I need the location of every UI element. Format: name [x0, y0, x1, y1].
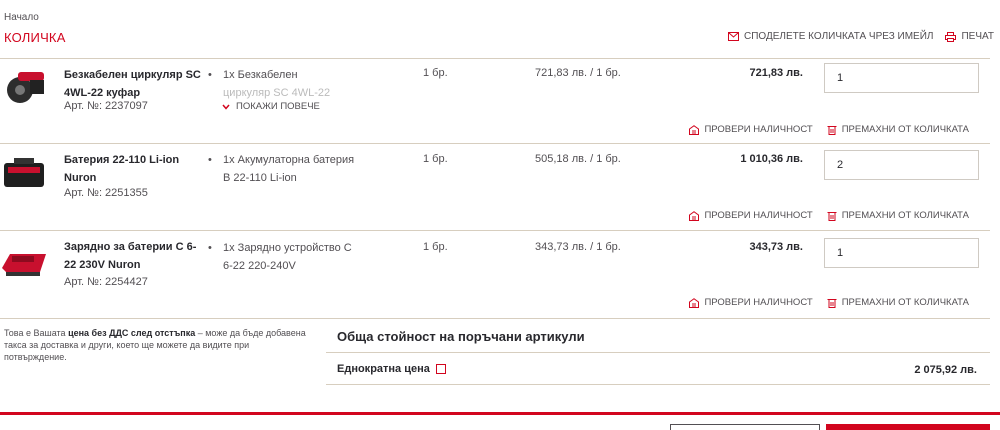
- check-availability-label: ПРОВЕРИ НАЛИЧНОСТ: [704, 297, 813, 308]
- line-total: 721,83 лв.: [749, 67, 803, 79]
- battery-thumbnail: [4, 158, 44, 187]
- info-icon[interactable]: [435, 364, 446, 374]
- print-link[interactable]: ПЕЧАТ: [945, 31, 994, 42]
- quantity-input[interactable]: [824, 150, 979, 180]
- line-total: 1 010,36 лв.: [740, 153, 803, 165]
- breadcrumb[interactable]: Начало: [4, 12, 39, 23]
- trash-icon: [827, 211, 837, 221]
- one-time-price-label: Еднократна цена: [337, 363, 430, 375]
- remove-from-cart-link[interactable]: ПРЕМАХНИ ОТ КОЛИЧКАТА: [827, 297, 969, 308]
- unit-price: 721,83 лв. / 1 бр.: [535, 67, 621, 79]
- check-availability-link[interactable]: ПРОВЕРИ НАЛИЧНОСТ: [689, 210, 813, 221]
- divider: [326, 352, 990, 353]
- share-cart-email-label: СПОДЕЛЕТЕ КОЛИЧКАТА ЧРЕЗ ИМЕЙЛ: [743, 31, 934, 42]
- secondary-button[interactable]: [670, 424, 820, 430]
- print-label: ПЕЧАТ: [961, 31, 994, 42]
- description-text: 1x Акумулаторна батерия B 22-110 Li-ion: [223, 154, 355, 184]
- unit-price: 505,18 лв. / 1 бр.: [535, 153, 621, 165]
- quantity-input[interactable]: [824, 238, 979, 268]
- description-text: 1x Зарядно устройство C 6-22 220-240V: [223, 242, 352, 272]
- divider: [0, 230, 990, 231]
- circular-saw-thumbnail: [7, 72, 44, 103]
- item-actions: ПРОВЕРИ НАЛИЧНОСТ ПРЕМАХНИ ОТ КОЛИЧКАТА: [689, 124, 969, 135]
- chevron-down-icon: [222, 104, 230, 110]
- one-time-price-row: Еднократна цена: [337, 363, 446, 375]
- check-availability-link[interactable]: ПРОВЕРИ НАЛИЧНОСТ: [689, 297, 813, 308]
- check-availability-label: ПРОВЕРИ НАЛИЧНОСТ: [704, 124, 813, 135]
- one-time-price-value: 2 075,92 лв.: [914, 364, 977, 376]
- remove-label: ПРЕМАХНИ ОТ КОЛИЧКАТА: [841, 297, 969, 308]
- product-name[interactable]: Безкабелен циркуляр SC 4WL-22 куфар: [64, 66, 204, 102]
- top-actions: СПОДЕЛЕТЕ КОЛИЧКАТА ЧРЕЗ ИМЕЙЛ ПЕЧАТ: [727, 31, 994, 42]
- page-title: КОЛИЧКА: [4, 30, 66, 45]
- article-number: Арт. №: 2251355: [64, 187, 148, 199]
- primary-button[interactable]: [826, 424, 990, 430]
- divider: [0, 58, 990, 59]
- divider: [0, 318, 990, 319]
- remove-label: ПРЕМАХНИ ОТ КОЛИЧКАТА: [841, 124, 969, 135]
- summary-title: Обща стойност на поръчани артикули: [337, 329, 585, 344]
- remove-from-cart-link[interactable]: ПРЕМАХНИ ОТ КОЛИЧКАТА: [827, 124, 969, 135]
- remove-label: ПРЕМАХНИ ОТ КОЛИЧКАТА: [841, 210, 969, 221]
- quantity-text: 1 бр.: [423, 67, 448, 79]
- product-name[interactable]: Зарядно за батерии C 6-22 230V Nuron: [64, 238, 204, 274]
- warehouse-icon: [689, 124, 700, 135]
- divider: [326, 384, 990, 385]
- quantity-text: 1 бр.: [423, 241, 448, 253]
- product-name[interactable]: Батерия 22-110 Li-ion Nuron: [64, 151, 204, 187]
- charger-thumbnail: [2, 254, 46, 276]
- printer-icon: [945, 31, 957, 42]
- price-note: Това е Вашата цена без ДДС след отстъпка…: [4, 328, 306, 362]
- warehouse-icon: [689, 210, 700, 221]
- remove-from-cart-link[interactable]: ПРЕМАХНИ ОТ КОЛИЧКАТА: [827, 210, 969, 221]
- trash-icon: [827, 298, 837, 308]
- show-more-link[interactable]: ПОКАЖИ ПОВЕЧЕ: [222, 101, 320, 112]
- description-text: 1x Безкабелен: [223, 69, 298, 81]
- check-availability-label: ПРОВЕРИ НАЛИЧНОСТ: [704, 210, 813, 221]
- quantity-text: 1 бр.: [423, 153, 448, 165]
- show-more-label: ПОКАЖИ ПОВЕЧЕ: [236, 101, 320, 112]
- share-cart-email-link[interactable]: СПОДЕЛЕТЕ КОЛИЧКАТА ЧРЕЗ ИМЕЙЛ: [727, 31, 934, 42]
- item-actions: ПРОВЕРИ НАЛИЧНОСТ ПРЕМАХНИ ОТ КОЛИЧКАТА: [689, 297, 969, 308]
- description-text-faded: циркуляр SC 4WL-22: [223, 87, 331, 99]
- unit-price: 343,73 лв. / 1 бр.: [535, 241, 621, 253]
- article-number: Арт. №: 2237097: [64, 100, 148, 112]
- envelope-icon: [727, 32, 739, 41]
- quantity-input[interactable]: [824, 63, 979, 93]
- warehouse-icon: [689, 297, 700, 308]
- check-availability-link[interactable]: ПРОВЕРИ НАЛИЧНОСТ: [689, 124, 813, 135]
- bottom-accent-bar: [0, 412, 1000, 415]
- item-actions: ПРОВЕРИ НАЛИЧНОСТ ПРЕМАХНИ ОТ КОЛИЧКАТА: [689, 210, 969, 221]
- trash-icon: [827, 125, 837, 135]
- line-total: 343,73 лв.: [749, 241, 803, 253]
- divider: [0, 143, 990, 144]
- article-number: Арт. №: 2254427: [64, 276, 148, 288]
